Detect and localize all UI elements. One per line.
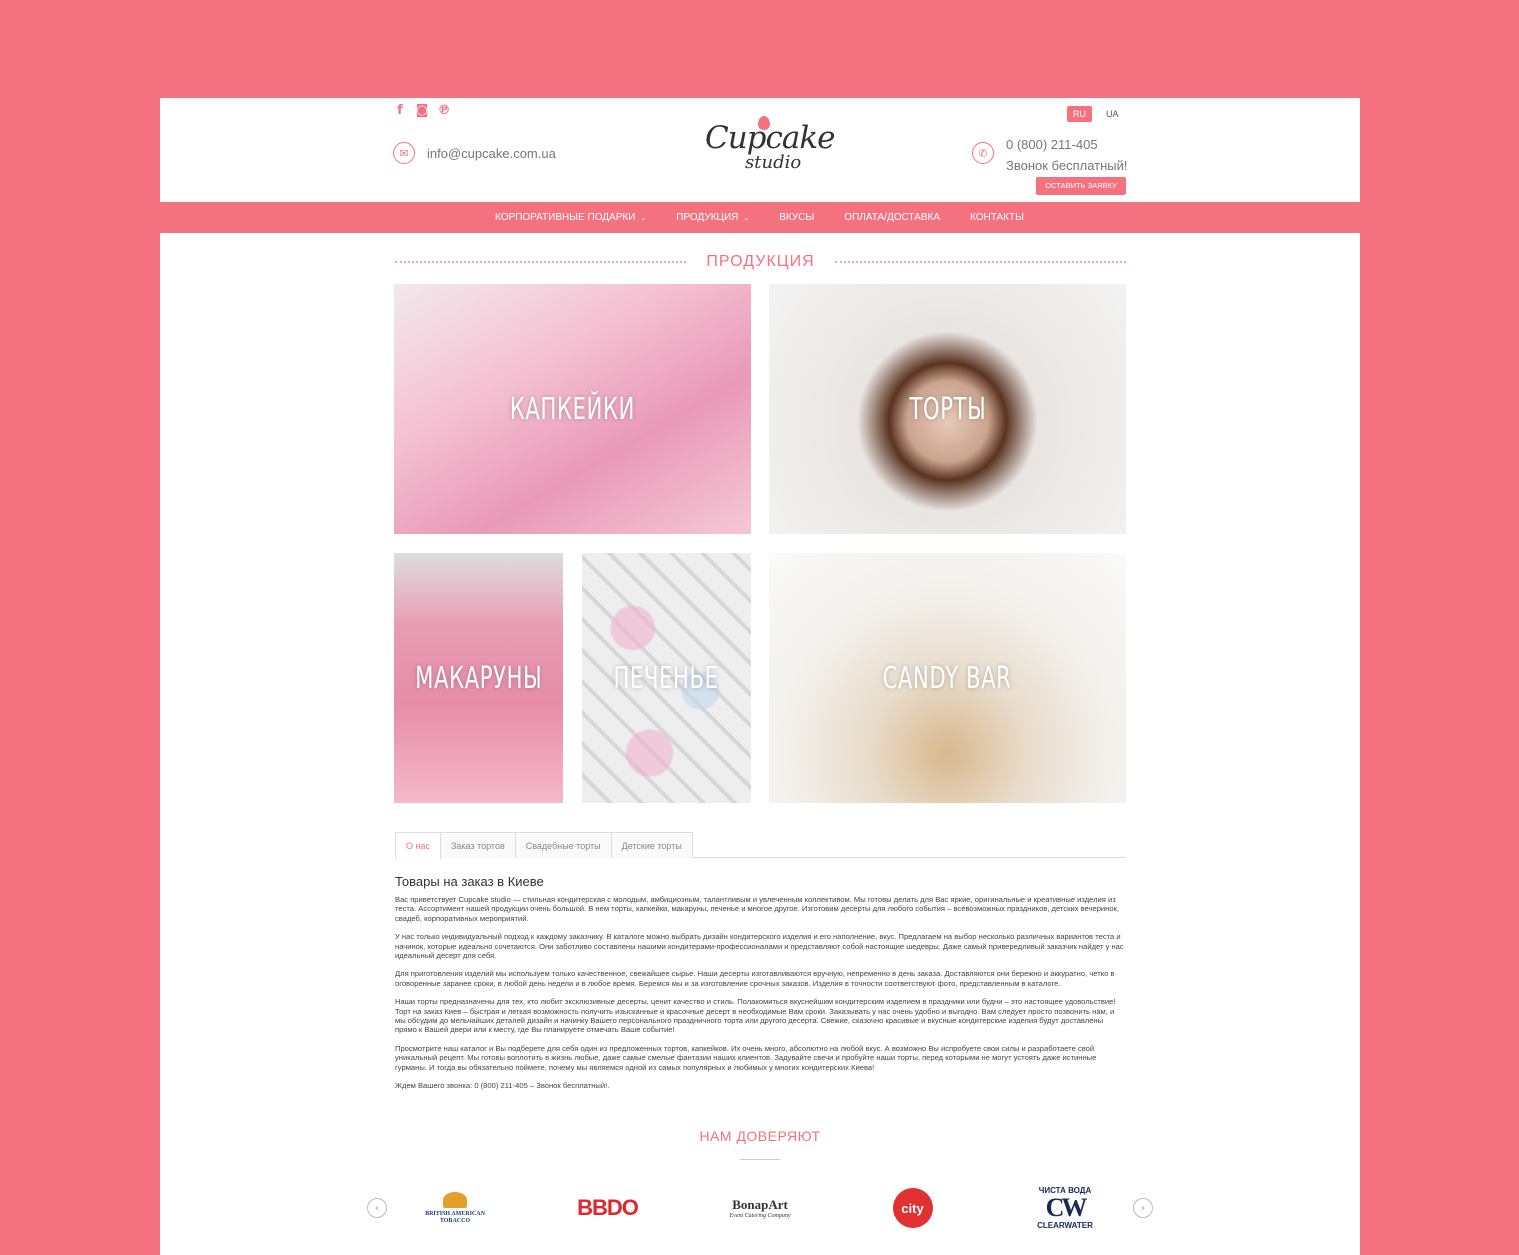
logo-text-cupcake: Cupcake: [705, 120, 836, 156]
article-paragraph: Для приготовления изделий мы используем …: [395, 969, 1115, 988]
social-links: f ◙ ℗: [393, 104, 451, 118]
page-container: f ◙ ℗ ✉ info@cupcake.com.ua Cupcake stud…: [0, 98, 1519, 1255]
partner-city-logo: city: [858, 1181, 968, 1236]
mail-icon: ✉: [393, 142, 415, 164]
email-link[interactable]: info@cupcake.com.ua: [427, 146, 556, 161]
nav-products[interactable]: ПРОДУКЦИЯ ⌄: [676, 212, 749, 223]
carousel-prev-button[interactable]: ‹: [367, 1198, 387, 1218]
lang-ru[interactable]: RU: [1067, 106, 1092, 122]
nav-payment-delivery[interactable]: ОПЛАТА/ДОСТАВКА: [844, 212, 940, 223]
product-tile-cupcakes[interactable]: КАПКЕЙКИ: [394, 284, 751, 534]
phone-icon: ✆: [972, 142, 994, 164]
tab-kids-cakes[interactable]: Детские торты: [610, 832, 693, 858]
bat-name-2: TOBACCO: [439, 1217, 471, 1224]
phone-note: Звонок бесплатный!: [1006, 158, 1128, 173]
about-article: Товары на заказ в Киеве Вас приветствует…: [395, 874, 1126, 1100]
language-switcher: RU UA: [1067, 106, 1125, 122]
partner-bonapart-logo: BonapArt Event Catering Company: [705, 1181, 815, 1236]
leaf-icon: [443, 1191, 467, 1208]
nav-label: ПРОДУКЦИЯ: [676, 212, 739, 223]
nav-contacts[interactable]: КОНТАКТЫ: [970, 212, 1024, 223]
phone-contact: ✆ 0 (800) 211-405 Звонок бесплатный!: [972, 134, 1128, 176]
tile-label: КАПКЕЙКИ: [509, 391, 636, 427]
email-contact: ✉ info@cupcake.com.ua: [393, 142, 556, 164]
bonapart-name: BonapArt: [732, 1197, 788, 1212]
trust-heading: НАМ ДОВЕРЯЮТ: [699, 1128, 821, 1144]
tab-cake-order[interactable]: Заказ тортов: [439, 832, 516, 858]
bonapart-sub: Event Catering Company: [729, 1213, 791, 1219]
nav-label: ВКУСЫ: [779, 212, 815, 223]
main-nav: КОРПОРАТИВНЫЕ ПОДАРКИ ⌄ ПРОДУКЦИЯ ⌄ ВКУСЫ …: [0, 202, 1519, 233]
products-section-title: ПРОДУКЦИЯ: [395, 250, 1126, 274]
nav-corporate-gifts[interactable]: КОРПОРАТИВНЫЕ ПОДАРКИ ⌄: [495, 212, 646, 223]
bat-name-1: BRITISH AMERICAN: [425, 1210, 485, 1217]
partner-bat-logo: BRITISH AMERICAN TOBACCO: [400, 1181, 510, 1236]
tab-about[interactable]: О нас: [395, 832, 441, 859]
lang-ua[interactable]: UA: [1100, 106, 1125, 122]
request-button[interactable]: ОСТАВИТЬ ЗАЯВКУ: [1036, 177, 1126, 195]
pinterest-icon[interactable]: ℗: [437, 104, 451, 118]
product-tile-cookies[interactable]: ПЕЧЕНЬЕ: [582, 553, 751, 803]
site-header: f ◙ ℗ ✉ info@cupcake.com.ua Cupcake stud…: [0, 98, 1519, 233]
carousel-next-button[interactable]: ›: [1133, 1198, 1153, 1218]
chevron-down-icon: ⌄: [640, 214, 647, 222]
info-tabs: О нас Заказ тортов Свадебные торты Детск…: [395, 832, 1126, 859]
clearwater-bottom: CLEARWATER: [1037, 1221, 1093, 1230]
instagram-icon[interactable]: ◙: [415, 104, 429, 118]
article-paragraph: Ждем Вашего звонка: 0 (800) 211-405 – Зв…: [395, 1081, 610, 1091]
article-paragraph: У нас только индивидуальный подход к каж…: [395, 932, 1124, 961]
city-badge: city: [892, 1188, 933, 1228]
tile-label: ТОРТЫ: [909, 391, 986, 427]
product-tile-cakes[interactable]: ТОРТЫ: [769, 284, 1126, 534]
logo[interactable]: Cupcake studio: [703, 114, 836, 178]
product-tile-candy-bar[interactable]: CANDY BAR: [769, 553, 1126, 803]
facebook-icon[interactable]: f: [393, 104, 407, 118]
partner-clearwater-logo: ЧИСТА ВОДА CW CLEARWATER: [1010, 1181, 1120, 1236]
nav-flavors[interactable]: ВКУСЫ: [779, 212, 814, 223]
nav-label: ОПЛАТА/ДОСТАВКА: [844, 212, 940, 223]
article-paragraph: Просмотрите наш каталог и Вы подберете д…: [395, 1043, 1097, 1072]
phone-number[interactable]: 0 (800) 211-405: [1006, 134, 1128, 155]
tile-label: CANDY BAR: [883, 660, 1012, 696]
products-heading: ПРОДУКЦИЯ: [706, 253, 815, 270]
divider: [834, 261, 1126, 263]
partner-bbdo-logo: BBDO: [553, 1181, 663, 1236]
clearwater-mark: CW: [1045, 1193, 1088, 1222]
article-heading: Товары на заказ в Киеве: [395, 874, 544, 889]
product-tile-macarons[interactable]: МАКАРУНЫ: [394, 553, 563, 803]
divider: [740, 1159, 780, 1160]
tab-wedding-cakes[interactable]: Свадебные торты: [514, 832, 612, 858]
nav-label: КОНТАКТЫ: [970, 212, 1024, 223]
divider: [395, 261, 687, 263]
bbdo-text: BBDO: [577, 1195, 639, 1220]
tile-label: ПЕЧЕНЬЕ: [613, 660, 720, 696]
nav-label: КОРПОРАТИВНЫЕ ПОДАРКИ: [495, 212, 636, 223]
tile-label: МАКАРУНЫ: [414, 660, 543, 696]
article-paragraph: Вас приветствует Cupcake studio — стильн…: [395, 895, 1120, 923]
article-paragraph: Наши торты предназначены для тех, кто лю…: [395, 997, 1116, 1035]
logo-text-studio: studio: [745, 152, 802, 173]
partner-logos: BRITISH AMERICAN TOBACCO BBDO BonapArt E…: [400, 1178, 1120, 1238]
chevron-down-icon: ⌄: [743, 214, 750, 222]
